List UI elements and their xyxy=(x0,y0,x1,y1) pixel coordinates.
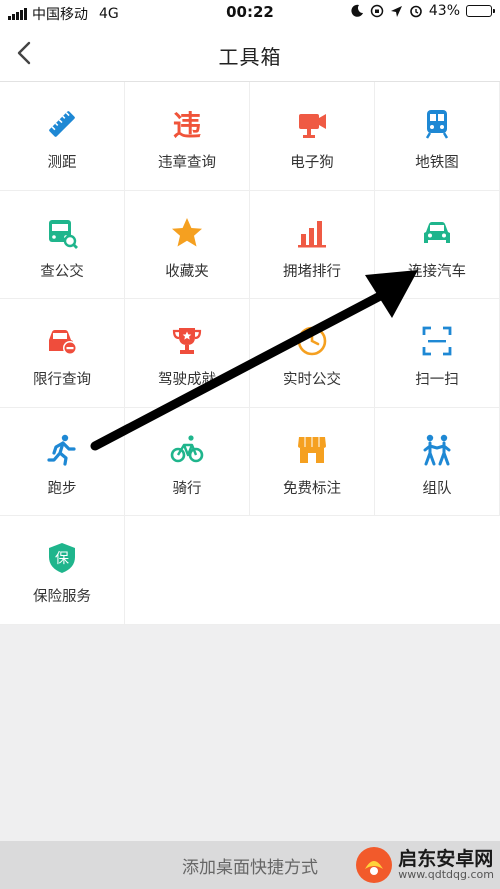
location-icon xyxy=(390,5,402,17)
watermark-logo-icon xyxy=(356,847,393,883)
bar-chart-icon xyxy=(294,215,330,251)
bicycle-icon xyxy=(169,432,205,468)
tool-tile[interactable]: 地铁图 xyxy=(375,82,500,191)
runner-icon xyxy=(44,432,80,468)
tool-label: 连接汽车 xyxy=(408,263,466,280)
tool-label: 跑步 xyxy=(47,480,77,497)
tool-label: 限行查询 xyxy=(33,372,91,389)
tool-tile[interactable]: 收藏夹 xyxy=(125,190,250,300)
tool-tile[interactable]: 跑步 xyxy=(0,407,125,517)
clock-icon xyxy=(294,323,330,359)
battery-percent: 43% xyxy=(428,3,460,19)
shop-icon xyxy=(294,432,330,468)
tool-tile[interactable]: 拥堵排行 xyxy=(250,190,375,300)
tool-label: 驾驶成就 xyxy=(158,372,216,389)
tool-tile[interactable]: 驾驶成就 xyxy=(125,299,250,408)
trophy-icon xyxy=(169,323,205,359)
tool-tile[interactable]: 骑行 xyxy=(125,407,250,517)
star-icon xyxy=(169,215,205,251)
tool-tile[interactable]: 测距 xyxy=(0,82,125,191)
moon-icon xyxy=(351,4,363,17)
watermark: 启东安卓网 www.qdtdqg.com xyxy=(354,845,494,885)
tool-label: 组队 xyxy=(422,480,452,497)
add-shortcut-label: 添加桌面快捷方式 xyxy=(182,857,318,878)
tool-label: 保险服务 xyxy=(33,589,91,606)
insurance-shield-icon: 保 xyxy=(44,540,80,576)
team-icon xyxy=(419,432,455,468)
nav-bar: 工具箱 xyxy=(0,26,500,82)
tool-label: 骑行 xyxy=(172,480,202,497)
tool-tile[interactable]: 连接汽车 xyxy=(375,190,500,300)
tool-label: 扫一扫 xyxy=(415,372,459,389)
empty-tile xyxy=(125,516,250,625)
empty-tile xyxy=(375,516,500,625)
page-title: 工具箱 xyxy=(218,45,282,69)
status-right: 43% xyxy=(350,3,495,19)
tool-label: 收藏夹 xyxy=(165,263,209,280)
ruler-icon xyxy=(44,106,80,142)
tool-tile[interactable]: 实时公交 xyxy=(250,299,375,408)
tool-tile[interactable]: 免费标注 xyxy=(250,407,375,517)
subway-icon xyxy=(419,106,455,142)
battery-icon xyxy=(466,5,495,17)
restricted-car-icon xyxy=(44,323,80,359)
watermark-url: www.qdtdqg.com xyxy=(398,868,494,882)
tool-tile[interactable]: 保保险服务 xyxy=(0,516,125,625)
tool-label: 地铁图 xyxy=(415,155,459,171)
status-bar: 中国移动 4G 00:22 43% xyxy=(0,0,500,26)
tool-grid: 测距违违章查询 电子狗 地铁图 查公交 收藏夹 拥堵排行 连接汽车 限行查询 驾驶成就 实时公交扫… xyxy=(0,82,500,625)
watermark-title: 启东安卓网 xyxy=(398,847,494,870)
tool-tile[interactable]: 限行查询 xyxy=(0,299,125,408)
car-icon xyxy=(419,215,455,251)
tool-label: 电子狗 xyxy=(290,155,334,171)
tool-label: 实时公交 xyxy=(283,372,341,389)
tool-tile[interactable]: 组队 xyxy=(375,407,500,517)
tool-label: 测距 xyxy=(47,155,77,171)
tool-label: 违章查询 xyxy=(158,155,216,171)
scan-icon xyxy=(419,323,455,359)
camera-icon xyxy=(294,106,330,142)
tool-tile[interactable]: 违违章查询 xyxy=(125,82,250,191)
tool-tile[interactable]: 电子狗 xyxy=(250,82,375,191)
tool-label: 查公交 xyxy=(40,263,84,280)
violation-icon: 违 xyxy=(169,106,205,142)
empty-tile xyxy=(250,516,375,625)
tool-label: 拥堵排行 xyxy=(283,263,341,280)
alarm-icon xyxy=(410,5,422,18)
rotation-lock-icon xyxy=(370,4,384,18)
bus-search-icon xyxy=(44,215,80,251)
tool-tile[interactable]: 查公交 xyxy=(0,190,125,300)
tool-label: 免费标注 xyxy=(283,480,341,497)
tool-tile[interactable]: 扫一扫 xyxy=(375,299,500,408)
svg-text:违: 违 xyxy=(173,109,201,141)
insurance-glyph: 保 xyxy=(55,551,69,567)
